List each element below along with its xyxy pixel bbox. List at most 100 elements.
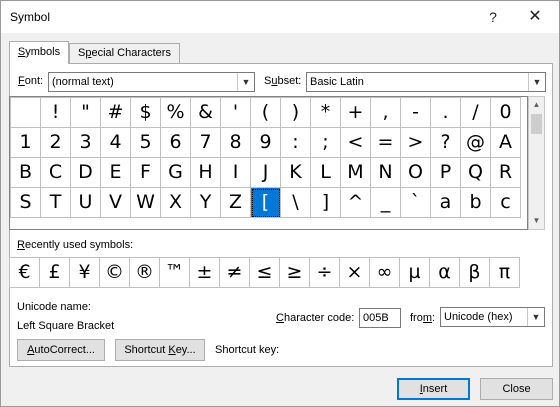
- symbol-cell[interactable]: K: [281, 158, 311, 188]
- symbol-cell[interactable]: ": [71, 98, 101, 128]
- symbol-cell[interactable]: D: [71, 158, 101, 188]
- tab-special-characters[interactable]: Special Characters: [69, 43, 180, 63]
- symbol-cell[interactable]: R: [491, 158, 521, 188]
- close-button[interactable]: Close: [480, 378, 553, 400]
- symbol-cell[interactable]: 1: [11, 128, 41, 158]
- symbol-cell[interactable]: ^: [341, 188, 371, 218]
- recent-symbol-cell[interactable]: £: [40, 258, 70, 288]
- from-dropdown[interactable]: Unicode (hex) ▼: [440, 307, 545, 327]
- symbol-cell[interactable]: ?: [431, 128, 461, 158]
- symbol-cell[interactable]: H: [191, 158, 221, 188]
- recent-symbol-cell[interactable]: ±: [190, 258, 220, 288]
- close-window-icon[interactable]: ✕: [522, 7, 548, 27]
- symbol-cell[interactable]: 2: [41, 128, 71, 158]
- symbol-cell[interactable]: 8: [221, 128, 251, 158]
- symbol-cell[interactable]: (: [251, 98, 281, 128]
- symbol-cell[interactable]: T: [41, 188, 71, 218]
- symbol-cell[interactable]: S: [11, 188, 41, 218]
- symbol-cell[interactable]: <: [341, 128, 371, 158]
- recent-symbol-cell[interactable]: ¥: [70, 258, 100, 288]
- symbol-cell[interactable]: :: [281, 128, 311, 158]
- symbol-cell[interactable]: A: [491, 128, 521, 158]
- recent-symbol-cell[interactable]: ≥: [280, 258, 310, 288]
- symbol-cell[interactable]: /: [461, 98, 491, 128]
- symbol-cell[interactable]: c: [491, 188, 521, 218]
- symbol-cell[interactable]: F: [131, 158, 161, 188]
- symbol-cell[interactable]: N: [371, 158, 401, 188]
- symbol-cell[interactable]: 4: [101, 128, 131, 158]
- symbol-cell[interactable]: V: [101, 188, 131, 218]
- symbol-cell[interactable]: I: [221, 158, 251, 188]
- font-dropdown[interactable]: (normal text) ▼: [48, 72, 255, 92]
- symbol-cell[interactable]: 9: [251, 128, 281, 158]
- symbol-cell[interactable]: `: [401, 188, 431, 218]
- symbol-cell[interactable]: Z: [221, 188, 251, 218]
- symbol-cell[interactable]: X: [161, 188, 191, 218]
- symbol-cell[interactable]: Y: [191, 188, 221, 218]
- recent-symbol-cell[interactable]: µ: [400, 258, 430, 288]
- recent-symbol-cell[interactable]: ≠: [220, 258, 250, 288]
- symbol-grid-scrollbar[interactable]: ▲ ▼: [528, 96, 545, 230]
- symbol-cell[interactable]: _: [371, 188, 401, 218]
- symbol-cell[interactable]: 3: [71, 128, 101, 158]
- symbol-cell[interactable]: U: [71, 188, 101, 218]
- symbol-cell[interactable]: a: [431, 188, 461, 218]
- recent-symbol-cell[interactable]: ÷: [310, 258, 340, 288]
- symbol-cell[interactable]: #: [101, 98, 131, 128]
- recent-symbol-cell[interactable]: €: [10, 258, 40, 288]
- symbol-cell[interactable]: B: [11, 158, 41, 188]
- symbol-cell[interactable]: !: [41, 98, 71, 128]
- symbol-cell[interactable]: E: [101, 158, 131, 188]
- recent-symbol-cell[interactable]: α: [430, 258, 460, 288]
- chevron-down-icon[interactable]: ▼: [528, 73, 545, 91]
- symbol-cell[interactable]: ): [281, 98, 311, 128]
- symbol-cell[interactable]: L: [311, 158, 341, 188]
- recent-symbol-cell[interactable]: ≤: [250, 258, 280, 288]
- symbol-cell[interactable]: P: [431, 158, 461, 188]
- insert-button[interactable]: Insert: [397, 378, 470, 400]
- symbol-cell[interactable]: 5: [131, 128, 161, 158]
- symbol-cell[interactable]: G: [161, 158, 191, 188]
- character-code-input[interactable]: 005B: [359, 308, 401, 328]
- symbol-cell[interactable]: W: [131, 188, 161, 218]
- chevron-down-icon[interactable]: ▼: [237, 73, 254, 91]
- recent-symbol-cell[interactable]: ∞: [370, 258, 400, 288]
- autocorrect-button[interactable]: AutoCorrect...: [17, 339, 105, 361]
- symbol-cell[interactable]: &: [191, 98, 221, 128]
- symbol-cell[interactable]: +: [341, 98, 371, 128]
- symbol-cell[interactable]: b: [461, 188, 491, 218]
- recent-symbol-cell[interactable]: β: [460, 258, 490, 288]
- symbol-cell[interactable]: $: [131, 98, 161, 128]
- symbol-cell[interactable]: ': [221, 98, 251, 128]
- recent-symbol-cell[interactable]: π: [490, 258, 520, 288]
- symbol-cell[interactable]: 7: [191, 128, 221, 158]
- symbol-cell[interactable]: ;: [311, 128, 341, 158]
- symbol-cell[interactable]: *: [311, 98, 341, 128]
- recent-symbol-cell[interactable]: ©: [100, 258, 130, 288]
- symbol-cell[interactable]: [: [251, 188, 281, 218]
- shortcut-key-button[interactable]: Shortcut Key...: [115, 339, 205, 361]
- symbol-cell[interactable]: @: [461, 128, 491, 158]
- scroll-up-icon[interactable]: ▲: [529, 97, 544, 113]
- tab-symbols[interactable]: Symbols: [9, 41, 69, 64]
- symbol-cell[interactable]: 0: [491, 98, 521, 128]
- symbol-cell[interactable]: %: [161, 98, 191, 128]
- scroll-down-icon[interactable]: ▼: [529, 213, 544, 229]
- symbol-cell[interactable]: >: [401, 128, 431, 158]
- symbol-cell[interactable]: 6: [161, 128, 191, 158]
- symbol-cell[interactable]: O: [401, 158, 431, 188]
- recent-symbol-cell[interactable]: ®: [130, 258, 160, 288]
- recent-symbol-cell[interactable]: ™: [160, 258, 190, 288]
- help-button[interactable]: ?: [480, 7, 506, 27]
- symbol-cell[interactable]: C: [41, 158, 71, 188]
- chevron-down-icon[interactable]: ▼: [527, 308, 544, 326]
- symbol-cell[interactable]: Q: [461, 158, 491, 188]
- symbol-cell[interactable]: \: [281, 188, 311, 218]
- symbol-cell[interactable]: ,: [371, 98, 401, 128]
- subset-dropdown[interactable]: Basic Latin ▼: [306, 72, 546, 92]
- symbol-cell[interactable]: M: [341, 158, 371, 188]
- scroll-thumb[interactable]: [531, 114, 542, 134]
- symbol-cell[interactable]: -: [401, 98, 431, 128]
- recent-symbol-cell[interactable]: ×: [340, 258, 370, 288]
- symbol-cell[interactable]: .: [431, 98, 461, 128]
